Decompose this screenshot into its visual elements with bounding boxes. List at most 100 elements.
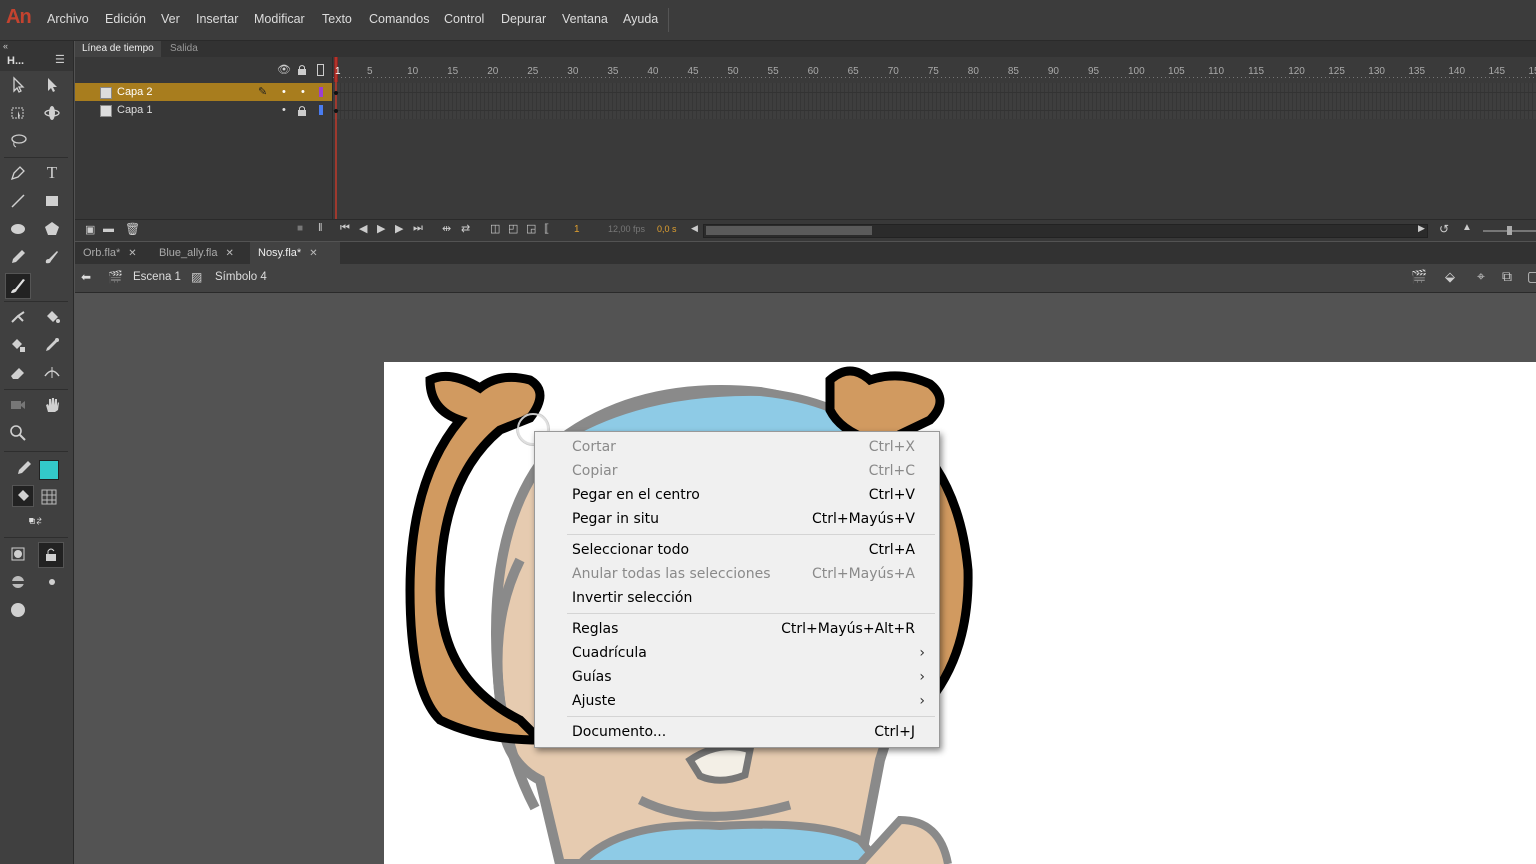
lock-dot-icon[interactable]: • [301,83,305,101]
scroll-left-icon[interactable]: ◀ [691,223,698,234]
camera-icon[interactable]: ■ [297,223,303,234]
object-drawing-icon[interactable] [6,542,30,566]
pen-tool-icon[interactable] [6,161,30,185]
menu-modificar[interactable]: Modificar [254,12,305,26]
menu-control[interactable]: Control [444,12,484,26]
new-folder-icon[interactable]: ▬ [103,223,114,235]
selection-tool-icon[interactable] [6,73,30,97]
zoom-tool-icon[interactable] [6,421,30,445]
delete-layer-icon[interactable]: 🗑 [125,222,140,236]
outline-all-icon[interactable] [317,64,324,76]
oval-tool-icon[interactable] [6,217,30,241]
swap-colors-icon[interactable] [22,510,52,532]
no-color-grid-icon[interactable] [37,485,61,509]
show-hide-all-icon[interactable]: 👁 [277,63,291,76]
menu-item-invertir-seleccion[interactable]: Invertir selección [536,586,937,610]
close-icon[interactable]: ✕ [128,248,136,259]
frame-scale-slider[interactable] [1483,226,1536,235]
layer-row-capa-2[interactable]: Capa 2 ✎ • • [75,83,332,101]
current-frame[interactable]: 1 [574,224,580,235]
edit-multiple-frames-icon[interactable]: ◲ [526,222,536,235]
frame-rate[interactable]: 12,00 fps [608,224,645,234]
elapsed-time[interactable]: 0,0 s [657,224,677,234]
clip-stage-icon[interactable]: ⧉ [1502,268,1512,285]
eraser-tool-icon[interactable] [6,361,30,385]
menu-insertar[interactable]: Insertar [196,12,238,26]
new-layer-icon[interactable]: ▣ [85,223,95,236]
menu-item-documento[interactable]: Documento... Ctrl+J [536,720,937,744]
text-tool-icon[interactable]: T [40,161,64,185]
line-tool-icon[interactable] [6,189,30,213]
eyedropper-tool-icon[interactable] [40,333,64,357]
back-arrow-icon[interactable]: ⬅ [81,270,91,284]
slider-handle[interactable] [1507,226,1512,235]
lock-icon[interactable] [297,105,307,116]
layer-row-capa-1[interactable]: Capa 1 • [75,101,332,119]
center-frame-icon[interactable]: ⇹ [442,222,451,235]
menu-item-cuadricula[interactable]: Cuadrícula › [536,641,937,665]
subselection-tool-icon[interactable] [40,73,64,97]
pencil-tool-icon[interactable] [6,245,30,269]
fill-color-swatch[interactable] [39,460,59,480]
tab-timeline[interactable]: Línea de tiempo [75,41,161,57]
close-icon[interactable]: ✕ [226,248,234,259]
menu-depurar[interactable]: Depurar [501,12,546,26]
menu-comandos[interactable]: Comandos [369,12,429,26]
menu-item-cortar[interactable]: Cortar Ctrl+X [536,435,937,459]
onion-skin-outlines-icon[interactable]: ◰ [508,222,518,235]
close-icon[interactable]: ✕ [309,248,317,259]
doc-tab-nosy[interactable]: Nosy.fla* ✕ [250,242,340,264]
brush-size-icon[interactable] [40,570,64,594]
visibility-dot-icon[interactable]: • [282,83,286,101]
frames-area[interactable]: 1 5 10 15 20 25 30 35 40 45 50 55 60 65 70 75 80 85 90 95 10… [333,57,1536,219]
free-transform-tool-icon[interactable] [6,101,30,125]
menu-item-anular-selecciones[interactable]: Anular todas las selecciones Ctrl+Mayús+A [536,562,937,586]
brush-shape-icon[interactable] [6,598,30,622]
collapse-icon[interactable]: « [3,41,8,51]
reset-scale-icon[interactable]: ↺ [1439,222,1449,236]
menu-item-reglas[interactable]: Reglas Ctrl+Mayús+Alt+R [536,617,937,641]
scale-up-icon[interactable]: ▲ [1462,222,1472,233]
play-icon[interactable]: ▶ [377,222,385,235]
lock-fill-icon[interactable] [38,542,64,568]
edit-symbols-icon[interactable]: ⬙ [1445,269,1455,285]
fill-color-icon[interactable] [12,485,34,507]
scene-link[interactable]: Escena 1 [133,271,181,283]
symbol-link[interactable]: Símbolo 4 [215,271,267,283]
menu-item-pegar-in-situ[interactable]: Pegar in situ Ctrl+Mayús+V [536,507,937,531]
timeline-splitter-icon[interactable]: ‖ [318,222,323,234]
center-stage-icon[interactable]: ⌖ [1477,268,1485,285]
3d-rotation-tool-icon[interactable] [40,101,64,125]
menu-item-ajuste[interactable]: Ajuste › [536,689,937,713]
menu-ver[interactable]: Ver [161,12,180,26]
doc-tab-blue-ally[interactable]: Blue_ally.fla ✕ [151,242,249,264]
menu-edicion[interactable]: Edición [105,12,146,26]
step-back-icon[interactable]: ◀ [359,222,367,235]
paint-bucket-tool-icon[interactable] [40,305,64,329]
lasso-tool-icon[interactable] [6,129,30,153]
menu-texto[interactable]: Texto [322,12,352,26]
bone-tool-icon[interactable] [6,305,30,329]
menu-item-seleccionar-todo[interactable]: Seleccionar todo Ctrl+A [536,538,937,562]
scroll-right-icon[interactable]: ▶ [1418,223,1425,234]
menu-archivo[interactable]: Archivo [47,12,89,26]
hand-tool-icon[interactable] [40,393,64,417]
rectangle-tool-icon[interactable] [40,189,64,213]
ink-bottle-tool-icon[interactable] [6,333,30,357]
step-forward-icon[interactable]: ▶ [395,222,403,235]
go-to-last-frame-icon[interactable]: ⏭ [413,222,423,235]
stroke-color-icon[interactable] [12,456,36,480]
panel-menu-icon[interactable]: ☰ [55,53,65,66]
width-tool-icon[interactable] [40,361,64,385]
paint-brush-tool-icon[interactable] [40,245,64,269]
visibility-dot-icon[interactable]: • [282,101,286,119]
menu-ayuda[interactable]: Ayuda [623,12,658,26]
zoom-menu-icon[interactable]: ▢ [1527,268,1536,285]
timeline-scrollbar[interactable] [703,224,1428,238]
brush-mode-icon[interactable] [6,570,30,594]
menu-ventana[interactable]: Ventana [562,12,608,26]
layer-outline-color[interactable] [319,87,323,97]
camera-tool-icon[interactable] [6,393,30,417]
doc-tab-orb[interactable]: Orb.fla* ✕ [75,242,151,264]
scrollbar-thumb[interactable] [706,226,872,235]
